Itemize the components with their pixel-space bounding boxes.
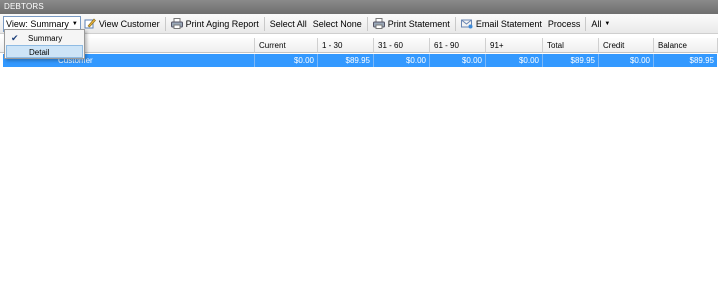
column-header-31-60[interactable]: 31 - 60 — [374, 38, 430, 53]
check-icon: ✔ — [11, 33, 19, 43]
debtors-grid[interactable]: Current 1 - 30 31 - 60 61 - 90 91+ Total… — [0, 38, 718, 281]
menu-item-summary-label: Summary — [28, 34, 63, 43]
column-header-91-plus[interactable]: 91+ — [486, 38, 543, 53]
printer-icon — [170, 18, 183, 29]
filter-label: All — [591, 18, 602, 29]
column-header-credit[interactable]: Credit — [599, 38, 654, 53]
column-header-1-30[interactable]: 1 - 30 — [318, 38, 374, 53]
column-header-total[interactable]: Total — [543, 38, 599, 53]
select-all-button[interactable]: Select All — [267, 16, 310, 32]
table-row[interactable]: Customer $0.00 $89.95 $0.00 $0.00 $0.00 … — [3, 54, 717, 67]
printer-icon — [372, 18, 385, 29]
email-icon — [460, 19, 473, 29]
print-statement-button[interactable]: Print Statement — [370, 16, 453, 32]
edit-icon — [84, 18, 96, 29]
days-91-plus-cell: $0.00 — [486, 54, 543, 67]
days-1-30-cell: $89.95 — [318, 54, 374, 67]
print-aging-report-button[interactable]: Print Aging Report — [168, 16, 262, 32]
total-cell: $89.95 — [543, 54, 599, 67]
select-none-button[interactable]: Select None — [310, 16, 365, 32]
separator — [366, 16, 368, 31]
separator — [164, 16, 166, 31]
view-menu: ✔ Summary Detail — [4, 29, 85, 59]
select-all-label: Select All — [269, 18, 307, 29]
print-aging-report-label: Print Aging Report — [185, 18, 259, 29]
dropdown-arrow-icon: ▼ — [71, 20, 78, 27]
column-header-61-90[interactable]: 61 - 90 — [430, 38, 486, 53]
process-button[interactable]: Process — [545, 16, 584, 32]
view-customer-button[interactable]: View Customer — [81, 16, 163, 32]
menu-item-detail[interactable]: Detail — [6, 45, 83, 58]
filter-dropdown[interactable]: All ▼ — [588, 16, 613, 32]
separator — [263, 16, 265, 31]
email-statement-label: Email Statement — [475, 18, 542, 29]
window-title: DEBTORS — [0, 0, 718, 14]
separator — [585, 16, 587, 31]
balance-cell: $89.95 — [689, 56, 714, 65]
days-61-90-cell: $0.00 — [430, 54, 486, 67]
view-customer-label: View Customer — [98, 18, 160, 29]
toolbar: View: Summary ▼ View Customer Print Agin… — [0, 14, 718, 34]
email-statement-button[interactable]: Email Statement — [458, 16, 545, 32]
column-header-current[interactable]: Current — [255, 38, 318, 53]
current-cell: $0.00 — [255, 54, 318, 67]
menu-item-summary[interactable]: ✔ Summary — [6, 32, 83, 45]
print-statement-label: Print Statement — [387, 18, 450, 29]
menu-item-detail-label: Detail — [29, 48, 50, 57]
days-31-60-cell: $0.00 — [374, 54, 430, 67]
separator — [454, 16, 456, 31]
dropdown-arrow-icon: ▼ — [604, 20, 611, 27]
view-label: View: Summary — [6, 18, 69, 29]
column-header-balance[interactable]: Balance — [654, 38, 718, 53]
credit-cell: $0.00 — [599, 54, 654, 67]
process-label: Process — [547, 18, 581, 29]
select-none-label: Select None — [312, 18, 362, 29]
